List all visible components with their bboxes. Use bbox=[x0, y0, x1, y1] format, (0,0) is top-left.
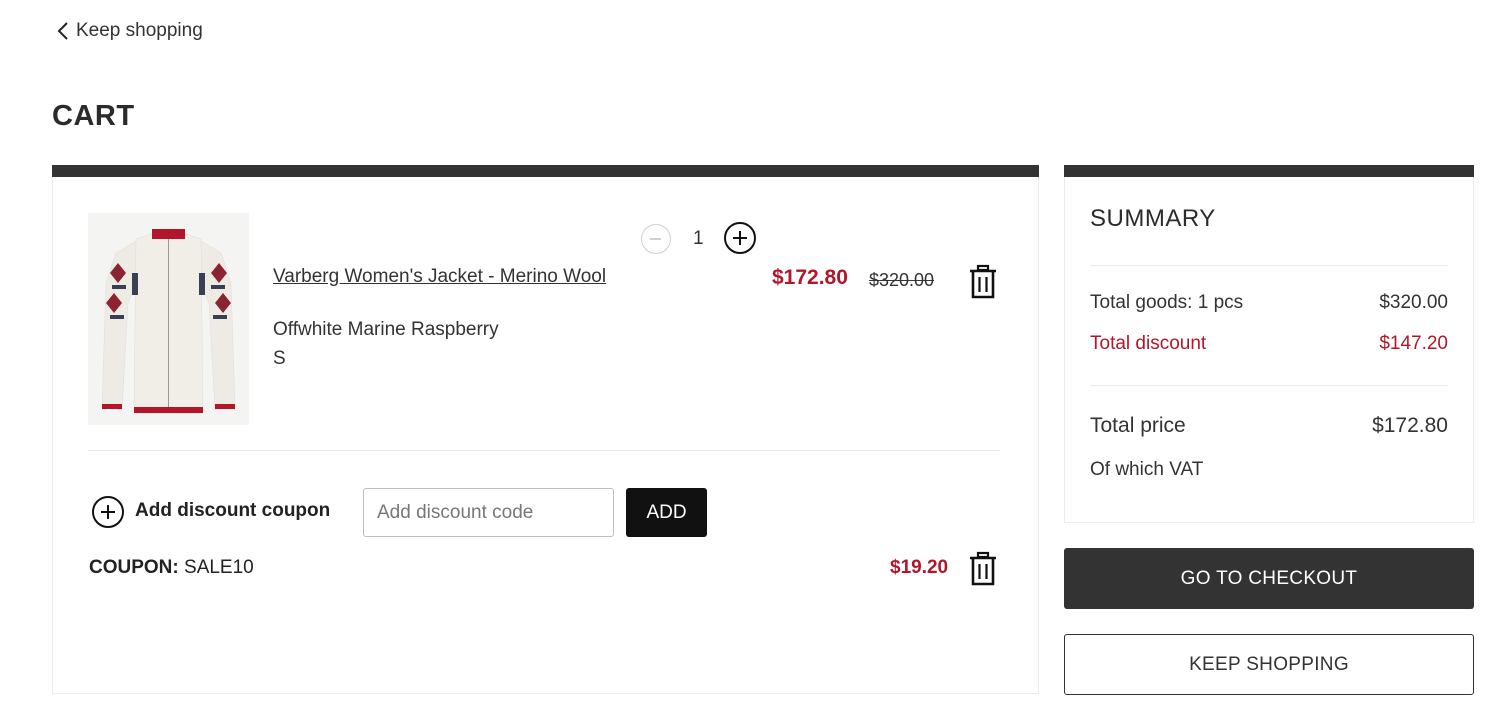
keep-shopping-link-label: Keep shopping bbox=[76, 20, 203, 41]
add-coupon-plus-icon[interactable] bbox=[92, 496, 124, 528]
cart-panel-topbar bbox=[52, 165, 1039, 177]
product-name-link[interactable]: Varberg Women's Jacket - Merino Wool bbox=[273, 266, 606, 288]
go-to-checkout-button[interactable]: GO TO CHECKOUT bbox=[1064, 548, 1474, 609]
product-image[interactable] bbox=[88, 213, 249, 425]
trash-icon bbox=[970, 264, 996, 299]
total-goods-value: $320.00 bbox=[1379, 292, 1448, 313]
item-sale-price: $172.80 bbox=[772, 266, 848, 289]
cart-divider bbox=[88, 450, 1000, 451]
summary-panel-topbar bbox=[1064, 165, 1474, 177]
summary-vat: Of which VAT bbox=[1090, 459, 1448, 481]
total-price-label: Total price bbox=[1090, 414, 1186, 437]
discount-code-input[interactable] bbox=[363, 488, 614, 537]
summary-divider bbox=[1090, 385, 1448, 386]
summary-total-price: Total price $172.80 bbox=[1090, 414, 1448, 438]
total-goods-label: Total goods: 1 pcs bbox=[1090, 292, 1244, 313]
jacket-image bbox=[88, 213, 249, 425]
page-title: CART bbox=[52, 100, 135, 132]
total-price-value: $172.80 bbox=[1372, 414, 1448, 437]
total-discount-label: Total discount bbox=[1090, 333, 1207, 354]
chevron-left-icon bbox=[57, 22, 68, 40]
product-color: Offwhite Marine Raspberry bbox=[273, 319, 499, 340]
add-discount-coupon-toggle[interactable]: Add discount coupon bbox=[135, 500, 330, 522]
keep-shopping-link[interactable]: Keep shopping bbox=[56, 20, 203, 42]
trash-icon bbox=[970, 551, 996, 586]
product-size: S bbox=[273, 348, 286, 369]
applied-coupon: COUPON: SALE10 bbox=[89, 557, 254, 579]
add-coupon-button[interactable]: ADD bbox=[626, 488, 707, 537]
remove-coupon-button[interactable] bbox=[967, 551, 999, 587]
total-discount-value: $147.20 bbox=[1379, 333, 1448, 354]
item-original-price: $320.00 bbox=[869, 270, 935, 290]
applied-coupon-prefix: COUPON: bbox=[89, 557, 179, 578]
summary-total-discount: Total discount $147.20 bbox=[1090, 333, 1448, 355]
applied-coupon-amount: $19.20 bbox=[890, 557, 949, 578]
remove-item-button[interactable] bbox=[967, 264, 999, 300]
quantity-value: 1 bbox=[693, 228, 704, 249]
quantity-increase-button[interactable] bbox=[724, 222, 756, 254]
keep-shopping-button[interactable]: KEEP SHOPPING bbox=[1064, 634, 1474, 695]
vat-label: Of which VAT bbox=[1090, 459, 1204, 480]
summary-title: SUMMARY bbox=[1090, 205, 1216, 232]
quantity-decrease-button[interactable] bbox=[641, 224, 671, 254]
applied-coupon-code: SALE10 bbox=[184, 557, 254, 578]
summary-divider bbox=[1090, 265, 1448, 266]
summary-total-goods: Total goods: 1 pcs $320.00 bbox=[1090, 292, 1448, 314]
